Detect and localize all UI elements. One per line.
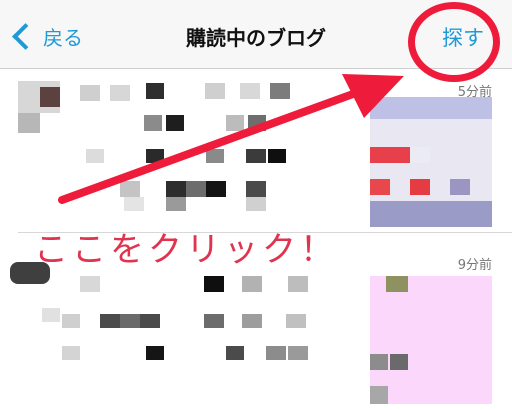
page-title: 購読中のブログ: [186, 26, 326, 50]
annotation-text: ここをクリック！: [34, 230, 338, 270]
search-button[interactable]: 探す: [442, 22, 484, 52]
timestamp: 9分前: [457, 258, 492, 273]
navigation-bar: 戻る 購読中のブログ 探す: [0, 0, 512, 69]
thumbnail-image: [370, 276, 492, 404]
feed-item[interactable]: 5分前: [0, 69, 512, 231]
thumbnail-image: [370, 97, 492, 227]
